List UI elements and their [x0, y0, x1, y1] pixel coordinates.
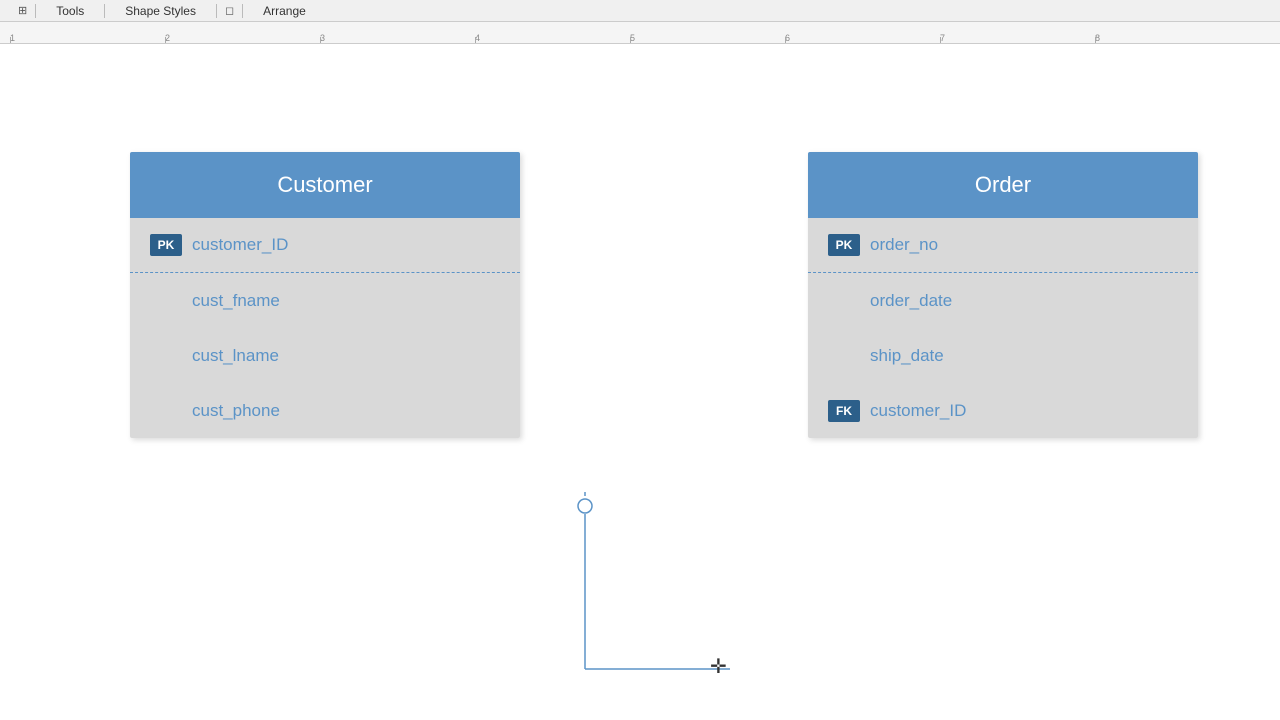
order-ship-row: ship_date	[808, 328, 1198, 383]
order-pk-badge: PK	[828, 234, 860, 256]
order-table-header: Order	[808, 152, 1198, 218]
ruler: 1 2 3 4 5 6 7 8	[0, 22, 1280, 44]
customer-fname-row: cust_fname	[130, 273, 520, 328]
ruler-mark-8: 8	[1095, 33, 1250, 43]
toolbar: ⊞ Tools Shape Styles ◻ Arrange	[0, 0, 1280, 22]
toolbar-icon: ⊞	[10, 4, 35, 17]
customer-fname-field: cust_fname	[192, 291, 280, 311]
ruler-mark-5: 5	[630, 33, 785, 43]
customer-table-body: PK customer_ID cust_fname cust_lname cus…	[130, 218, 520, 438]
customer-table-title: Customer	[277, 172, 372, 197]
toolbar-tools[interactable]: Tools	[36, 4, 104, 18]
order-ship-field: ship_date	[870, 346, 944, 366]
order-fk-row: FK customer_ID	[808, 383, 1198, 438]
customer-table[interactable]: Customer PK customer_ID cust_fname cust_…	[130, 152, 520, 438]
order-table-title: Order	[975, 172, 1031, 197]
ruler-marks: 1 2 3 4 5 6 7 8	[0, 22, 1280, 43]
order-pk-row: PK order_no	[808, 218, 1198, 273]
ruler-mark-7: 7	[940, 33, 1095, 43]
customer-pk-field: customer_ID	[192, 235, 288, 255]
order-fk-field: customer_ID	[870, 401, 966, 421]
ruler-mark-1: 1	[10, 33, 165, 43]
order-pk-field: order_no	[870, 235, 938, 255]
customer-table-header: Customer	[130, 152, 520, 218]
cursor-move-icon: ✛	[710, 654, 727, 679]
customer-lname-row: cust_lname	[130, 328, 520, 383]
customer-pk-badge: PK	[150, 234, 182, 256]
customer-phone-row: cust_phone	[130, 383, 520, 438]
customer-pk-row: PK customer_ID	[130, 218, 520, 273]
customer-phone-field: cust_phone	[192, 401, 280, 421]
ruler-mark-6: 6	[785, 33, 940, 43]
ruler-mark-3: 3	[320, 33, 475, 43]
canvas: Customer PK customer_ID cust_fname cust_…	[0, 44, 1280, 720]
customer-lname-field: cust_lname	[192, 346, 279, 366]
shape-styles-icon: ◻	[217, 4, 242, 17]
crowfoot-circle	[578, 499, 592, 513]
toolbar-shape-styles[interactable]: Shape Styles	[105, 4, 216, 18]
order-fk-badge: FK	[828, 400, 860, 422]
order-date-field: order_date	[870, 291, 952, 311]
ruler-mark-2: 2	[165, 33, 320, 43]
order-date-row: order_date	[808, 273, 1198, 328]
toolbar-arrange[interactable]: Arrange	[243, 4, 326, 18]
order-table[interactable]: Order PK order_no order_date ship_date F…	[808, 152, 1198, 438]
ruler-mark-4: 4	[475, 33, 630, 43]
order-table-body: PK order_no order_date ship_date FK cust…	[808, 218, 1198, 438]
